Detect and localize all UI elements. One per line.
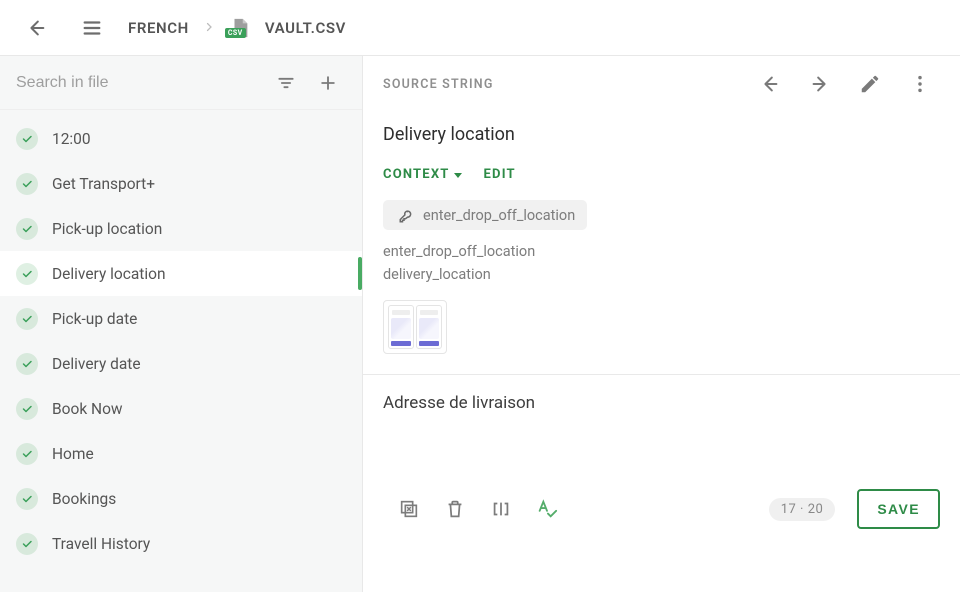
key-tag: enter_drop_off_location: [383, 200, 587, 230]
csv-badge: CSV: [225, 28, 246, 38]
csv-file-icon: CSV: [229, 16, 251, 40]
back-button[interactable]: [16, 8, 56, 48]
list-item-label: Travell History: [52, 535, 150, 553]
check-chip: [16, 173, 38, 195]
check-icon: [21, 223, 33, 235]
edit-string-button[interactable]: [850, 64, 890, 104]
list-item[interactable]: Delivery date: [0, 341, 362, 386]
cursor-brackets-icon: [490, 498, 512, 520]
check-icon: [21, 133, 33, 145]
search-input[interactable]: [16, 74, 262, 92]
check-icon: [21, 358, 33, 370]
list-item[interactable]: 12:00: [0, 116, 362, 161]
check-chip: [16, 488, 38, 510]
check-icon: [21, 493, 33, 505]
next-string-button[interactable]: [800, 64, 840, 104]
list-item-label: Home: [52, 445, 94, 463]
list-item-label: Pick-up date: [52, 310, 137, 328]
check-chip: [16, 308, 38, 330]
more-button[interactable]: [900, 64, 940, 104]
filter-button[interactable]: [268, 65, 304, 101]
translation-footer: 17 · 20 SAVE: [363, 487, 960, 545]
breadcrumb: FRENCH CSV VAULT.CSV: [128, 16, 346, 40]
list-item[interactable]: Travell History: [0, 521, 362, 566]
plus-icon: [318, 73, 338, 93]
qa-check-button[interactable]: [535, 497, 559, 521]
insert-placeholder-button[interactable]: [489, 497, 513, 521]
context-label: CONTEXT: [383, 167, 450, 182]
main-header: SOURCE STRING: [363, 56, 960, 112]
search-row: [0, 56, 362, 110]
copy-source-button[interactable]: [397, 497, 421, 521]
check-chip: [16, 353, 38, 375]
screenshot-thumb[interactable]: [416, 305, 442, 349]
check-icon: [21, 313, 33, 325]
check-chip: [16, 398, 38, 420]
section-label: SOURCE STRING: [383, 77, 740, 92]
list-item[interactable]: Bookings: [0, 476, 362, 521]
context-line: delivery_location: [383, 263, 940, 286]
list-item[interactable]: Home: [0, 431, 362, 476]
chevron-right-icon: [203, 18, 215, 37]
dropdown-triangle-icon: [454, 173, 462, 178]
source-string: Delivery location: [383, 124, 940, 145]
copy-swap-icon: [398, 498, 420, 520]
list-item[interactable]: Pick-up date: [0, 296, 362, 341]
sidebar: 12:00 Get Transport+ Pick-up location Deliv…: [0, 56, 363, 592]
char-count: 17 · 20: [769, 498, 836, 521]
check-icon: [21, 178, 33, 190]
screenshot-thumbs[interactable]: [383, 300, 447, 354]
screenshot-thumb[interactable]: [388, 305, 414, 349]
list-item-label: 12:00: [52, 130, 91, 148]
list-item-label: Delivery location: [52, 265, 166, 283]
add-button[interactable]: [310, 65, 346, 101]
translation-input[interactable]: Adresse de livraison: [383, 393, 940, 461]
check-chip: [16, 443, 38, 465]
check-icon: [21, 448, 33, 460]
list-item[interactable]: Delivery location: [0, 251, 362, 296]
check-chip: [16, 128, 38, 150]
key-icon: [395, 206, 413, 224]
arrow-left-icon: [25, 17, 47, 39]
check-chip: [16, 533, 38, 555]
list-item[interactable]: Get Transport+: [0, 161, 362, 206]
string-list: 12:00 Get Transport+ Pick-up location Deliv…: [0, 110, 362, 592]
list-item-label: Pick-up location: [52, 220, 162, 238]
pencil-icon: [859, 73, 881, 95]
context-lines: enter_drop_off_locationdelivery_location: [383, 240, 940, 286]
arrow-left-icon: [759, 73, 781, 95]
list-item[interactable]: Pick-up location: [0, 206, 362, 251]
breadcrumb-file[interactable]: VAULT.CSV: [265, 19, 346, 37]
save-button[interactable]: SAVE: [857, 489, 940, 529]
check-icon: [21, 403, 33, 415]
menu-button[interactable]: [72, 8, 112, 48]
check-chip: [16, 263, 38, 285]
list-item-label: Bookings: [52, 490, 116, 508]
list-item[interactable]: Book Now: [0, 386, 362, 431]
check-icon: [21, 538, 33, 550]
trash-icon: [444, 498, 466, 520]
top-bar: FRENCH CSV VAULT.CSV: [0, 0, 960, 56]
prev-string-button[interactable]: [750, 64, 790, 104]
arrow-right-icon: [809, 73, 831, 95]
context-line: enter_drop_off_location: [383, 240, 940, 263]
filter-icon: [276, 73, 296, 93]
clear-button[interactable]: [443, 497, 467, 521]
list-item-label: Delivery date: [52, 355, 141, 373]
check-chip: [16, 218, 38, 240]
key-value: enter_drop_off_location: [423, 207, 575, 224]
kebab-icon: [909, 73, 931, 95]
edit-context-link[interactable]: EDIT: [484, 167, 516, 182]
check-icon: [21, 268, 33, 280]
spellcheck-icon: [536, 498, 558, 520]
context-dropdown[interactable]: CONTEXT: [383, 167, 462, 182]
breadcrumb-language[interactable]: FRENCH: [128, 19, 189, 37]
list-item-label: Get Transport+: [52, 175, 155, 193]
main-panel: SOURCE STRING Delivery location: [363, 56, 960, 592]
list-item-label: Book Now: [52, 400, 123, 418]
hamburger-icon: [81, 17, 103, 39]
